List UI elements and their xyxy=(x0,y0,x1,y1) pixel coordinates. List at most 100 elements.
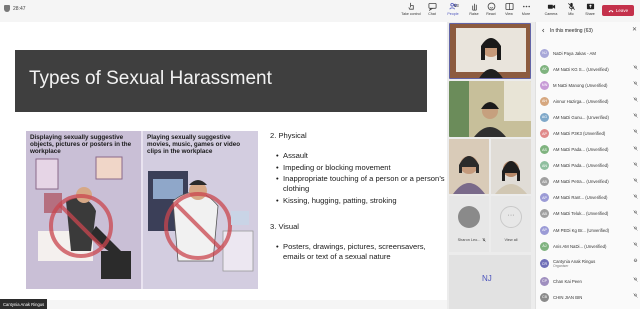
participant-name: AM NaDi Gunu... (Unverified) xyxy=(553,114,609,120)
participant-name: AM NaDi Pada... (Unverified) xyxy=(553,163,609,169)
participant-video-tile[interactable] xyxy=(491,139,531,194)
bullet-item: Posters, drawings, pictures, screensaver… xyxy=(276,242,446,262)
more-button[interactable]: More xyxy=(515,2,537,20)
participant-name: AM NaDi Teluk... (Unverified) xyxy=(553,211,609,217)
avatar: AN xyxy=(540,161,549,171)
participants-count-title: In this meeting (63) xyxy=(550,27,593,34)
avatar xyxy=(458,206,480,228)
participant-row[interactable]: AJ Anis AM NaDi... (Unverified) xyxy=(536,238,640,254)
share-button[interactable]: Share xyxy=(579,2,601,20)
participant-name: AM NaDi Rant... (Unverified) xyxy=(553,195,608,201)
mic-off-icon xyxy=(633,97,638,102)
shield-icon xyxy=(4,5,10,12)
participant-row[interactable]: AS AM NaDi Pada... (Unverified) xyxy=(536,142,640,158)
bullet-item: Kissing, hugging, patting, stroking xyxy=(276,196,446,206)
participant-video-image xyxy=(449,139,489,194)
participant-name: AM NaDi Petra... (Unverified) xyxy=(553,179,609,185)
participant-video-tile[interactable] xyxy=(449,139,489,194)
participant-video-image xyxy=(450,24,530,78)
phone-hangup-icon xyxy=(608,9,614,12)
presenter-name-tag: Cantynia Anak Ringus xyxy=(0,299,48,309)
meeting-toolbar: 28:47 Take control Chat People 63 Raise … xyxy=(0,0,640,22)
chevron-left-icon[interactable] xyxy=(541,28,546,33)
participant-tile-name: Sharon Leo... xyxy=(457,238,481,242)
avatar: AK xyxy=(540,64,549,74)
self-video-tile[interactable]: NJ xyxy=(449,255,531,309)
take-control-button[interactable]: Take control xyxy=(400,2,422,20)
avatar: AP xyxy=(540,129,549,139)
bullet-item: Impeding or blocking movement xyxy=(276,163,446,173)
avatar: CB xyxy=(540,292,549,302)
participant-row[interactable]: AG AM NaDi Gunu... (Unverified) xyxy=(536,109,640,125)
section-heading-physical: 2. Physical xyxy=(270,131,307,140)
participant-name: CHIN JIAN BIN xyxy=(553,294,583,300)
harassment-illustration: Displaying sexually suggestive objects, … xyxy=(26,131,258,289)
avatar: NJ xyxy=(540,48,549,58)
avatar: AS xyxy=(540,145,549,155)
participant-name: NaDi Paya Jakas - AM xyxy=(553,50,596,56)
participants-header: In this meeting (63) ✕ xyxy=(536,22,640,39)
participant-video-tile[interactable] xyxy=(449,23,531,79)
avatar: AG xyxy=(540,112,549,122)
participant-name: Anis AM NaDi... (Unverified) xyxy=(553,243,607,249)
participant-row[interactable]: AH Ainnur Hazirga... (Unverified) xyxy=(536,93,640,109)
participant-row[interactable]: NJ NaDi Paya Jakas - AM xyxy=(536,45,640,61)
participant-row[interactable]: CB CHIN JIAN BIN xyxy=(536,289,640,305)
visual-bullet-list: Posters, drawings, pictures, screensaver… xyxy=(276,242,446,264)
hand-icon xyxy=(471,3,477,11)
participant-name: M NaDi Manong (Unverified) xyxy=(553,82,608,88)
participant-name: Ainnur Hazirga... (Unverified) xyxy=(553,98,609,104)
smiley-icon xyxy=(487,2,495,11)
mic-off-icon xyxy=(633,161,638,167)
physical-bullet-list: Assault Impeding or blocking movement In… xyxy=(276,151,446,207)
avatar: AP xyxy=(540,193,549,203)
participant-video-image xyxy=(491,139,531,194)
mic-off-icon xyxy=(633,113,638,119)
avatar: MN xyxy=(540,80,549,90)
camera-icon xyxy=(547,4,555,9)
participant-name: Cantynia Anak Ringus xyxy=(553,258,596,264)
mic-off-icon xyxy=(633,226,638,231)
close-icon[interactable]: ✕ xyxy=(632,26,637,33)
meeting-clock: 28:47 xyxy=(13,5,26,12)
mic-off-icon xyxy=(633,242,638,247)
people-button[interactable]: People xyxy=(442,2,464,20)
mic-off-icon xyxy=(633,129,638,135)
camera-button[interactable]: Camera xyxy=(540,2,562,20)
avatar: CR xyxy=(540,259,549,269)
more-dots-icon xyxy=(522,5,530,8)
people-count: 63 xyxy=(454,3,459,8)
avatar: AH xyxy=(540,96,549,106)
participant-name: AM NaDi KG S... (Unverified) xyxy=(553,66,609,72)
avatar: AJ xyxy=(540,241,549,251)
bullet-item: Inappropriate touching of a person or a … xyxy=(276,174,446,194)
participant-row[interactable]: MN M NaDi Manong (Unverified) xyxy=(536,77,640,93)
participant-row[interactable]: AP AM PEDi Kg Br... (Unverified) xyxy=(536,222,640,238)
participants-panel: In this meeting (63) ✕ NJ NaDi Paya Jaka… xyxy=(535,22,640,309)
avatar: AB xyxy=(540,209,549,219)
illustration-panel-posters: Displaying sexually suggestive objects, … xyxy=(26,131,141,289)
participant-row[interactable]: AB AM NaDi Teluk... (Unverified) xyxy=(536,206,640,222)
posters-scene-image xyxy=(35,156,131,279)
hand-pointer-icon xyxy=(407,2,414,10)
participant-row[interactable]: AP AM NaDi P3K3 (Unverified) xyxy=(536,125,640,141)
mic-icon xyxy=(633,258,638,263)
participant-row-organiser[interactable]: CR Cantynia Anak Ringus Organiser xyxy=(536,254,640,273)
chat-icon xyxy=(427,2,437,11)
mic-off-icon xyxy=(633,65,638,70)
view-all-label: View all xyxy=(504,238,518,242)
avatar: AB xyxy=(540,177,549,187)
participant-avatar-tile[interactable]: Sharon Leo... xyxy=(449,196,489,252)
participant-row[interactable]: CP Chan Kai Peen xyxy=(536,273,640,289)
view-all-tile[interactable]: ··· View all xyxy=(491,196,531,252)
leave-button[interactable]: Leave xyxy=(602,5,634,16)
participant-row[interactable]: AB AM NaDi Petra... (Unverified) xyxy=(536,174,640,190)
participant-video-tile[interactable] xyxy=(449,81,531,137)
participant-row[interactable]: AP AM NaDi Rant... (Unverified) xyxy=(536,190,640,206)
participant-row[interactable]: AN AM NaDi Pada... (Unverified) xyxy=(536,158,640,174)
participant-video-image xyxy=(449,81,531,137)
participant-name: Chan Kai Peen xyxy=(553,278,582,284)
participant-row[interactable]: AK AM NaDi KG S... (Unverified) xyxy=(536,61,640,77)
chat-button[interactable]: Chat xyxy=(421,2,443,20)
mic-off-icon xyxy=(633,210,638,215)
